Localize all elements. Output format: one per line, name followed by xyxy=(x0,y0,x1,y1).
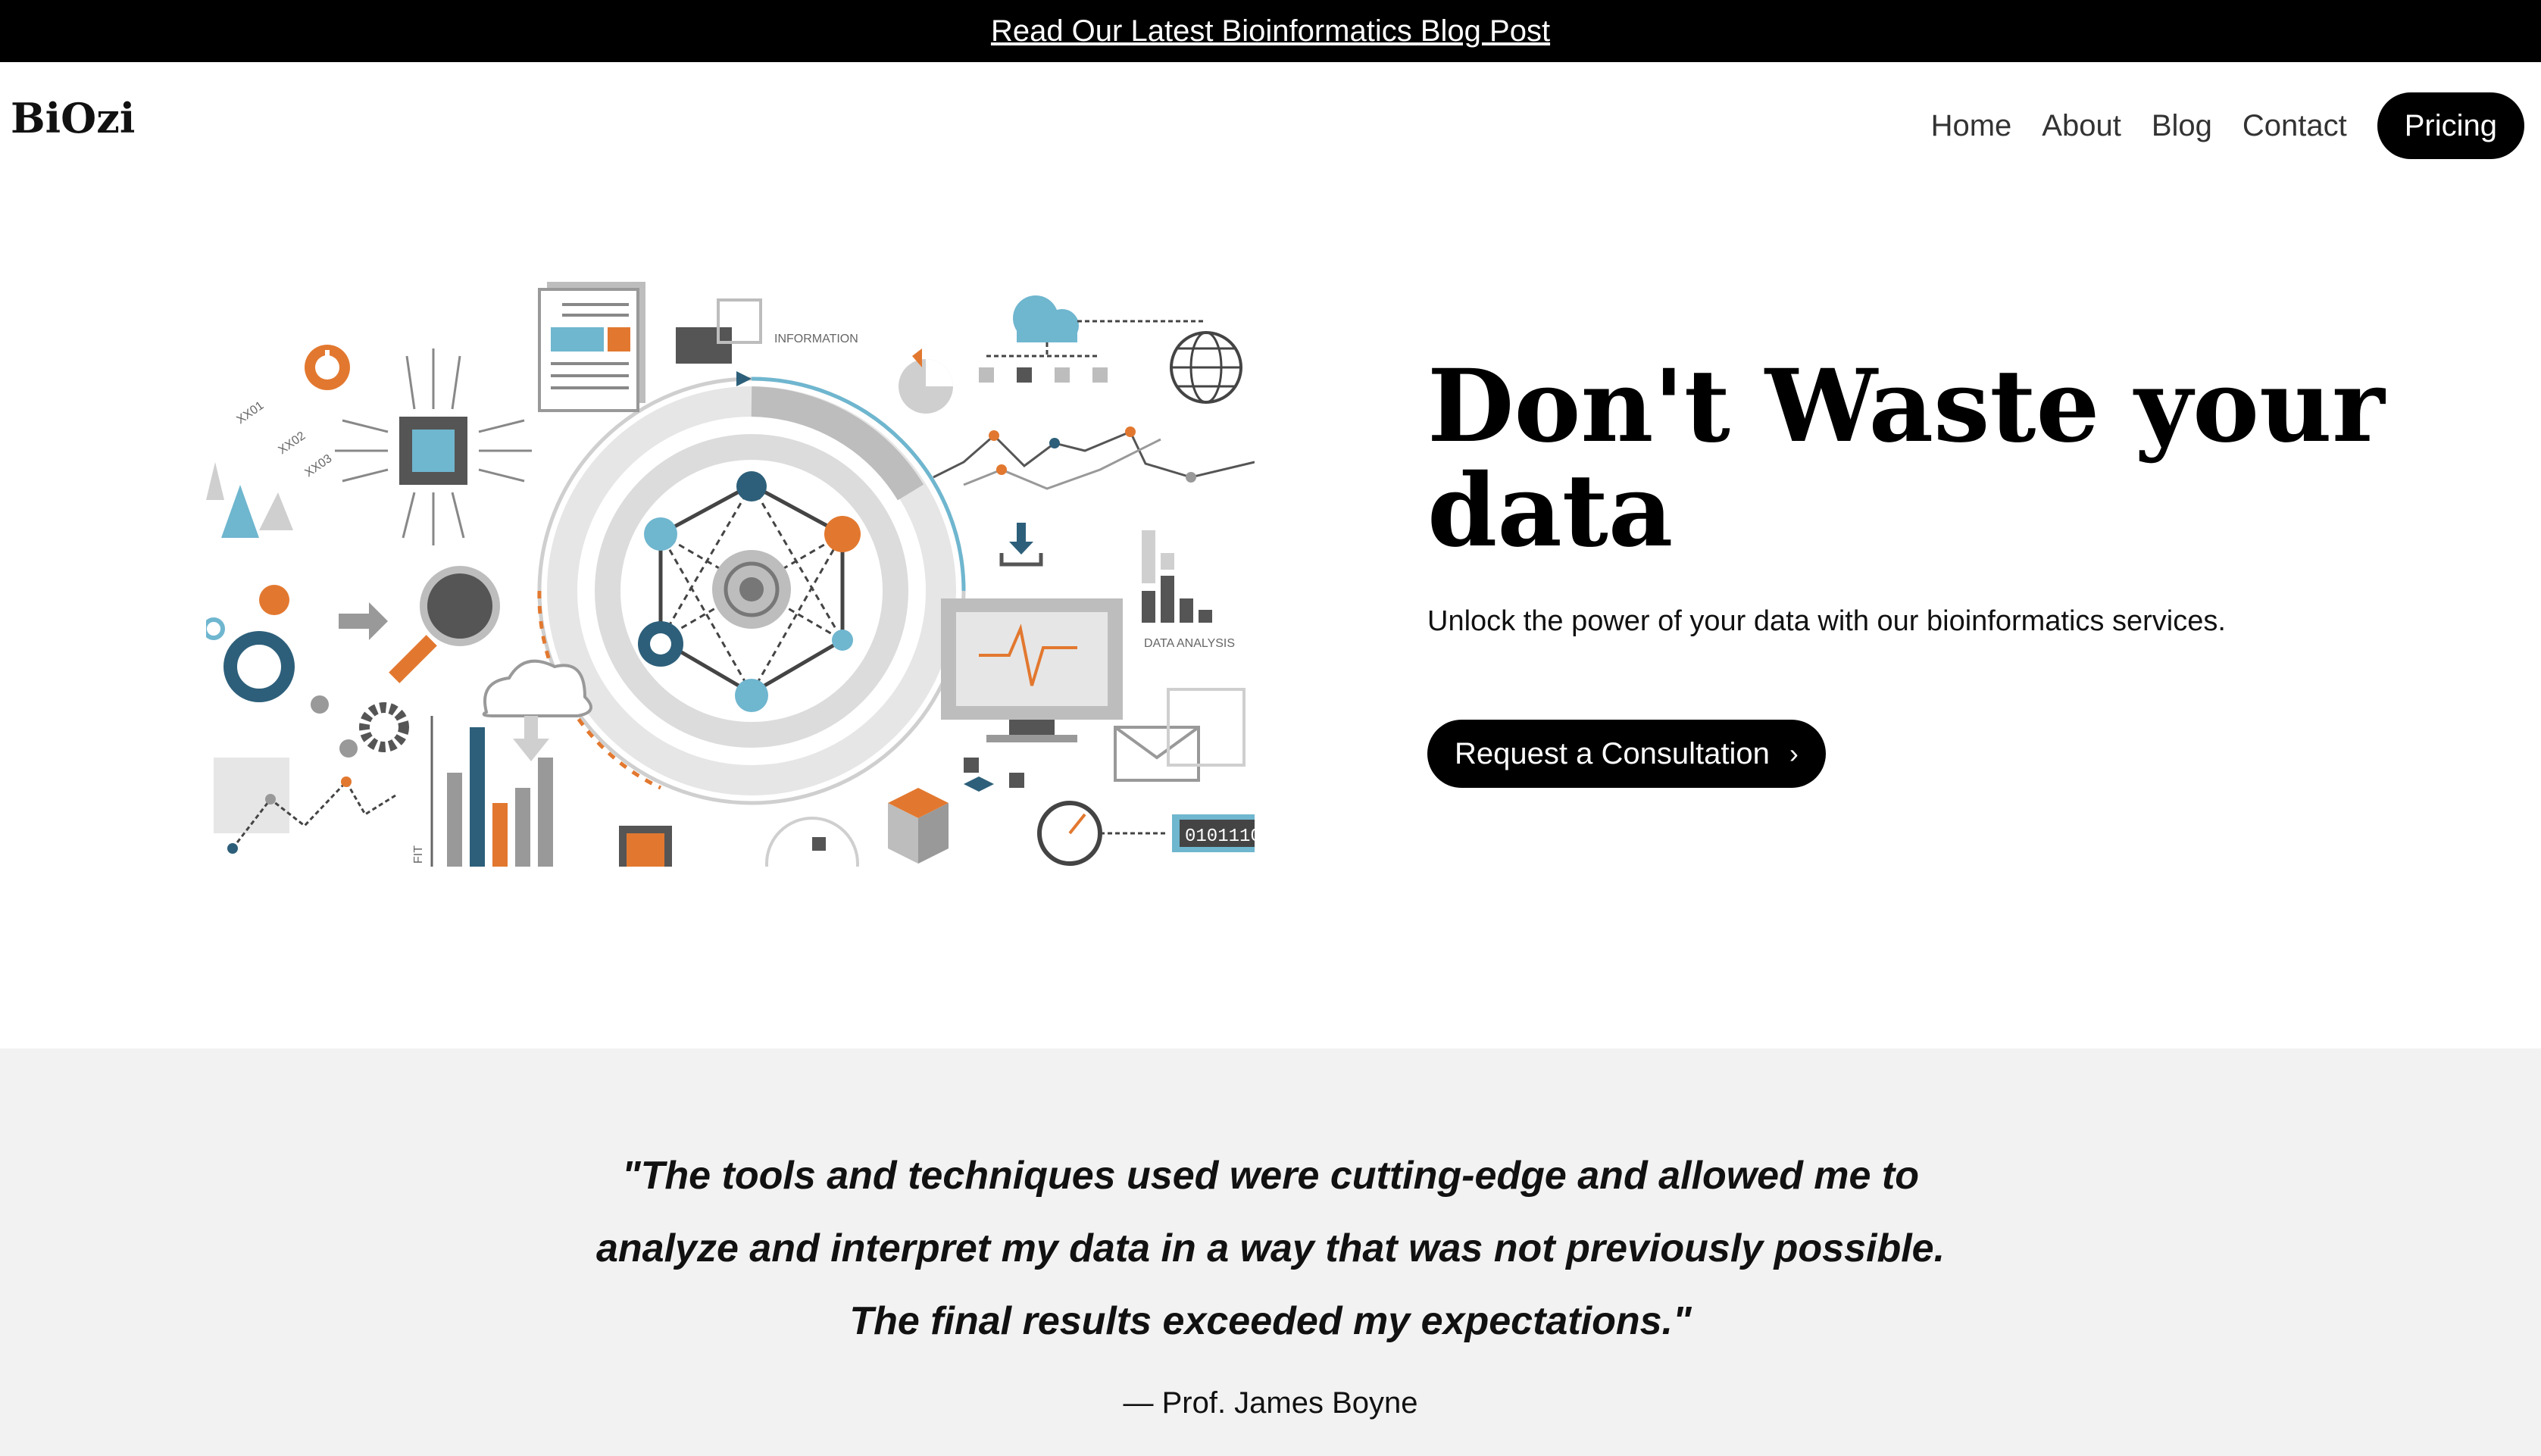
fit-label: FIT xyxy=(412,845,425,864)
testimonial-section: "The tools and techniques used were cutt… xyxy=(0,1048,2541,1456)
blog-post-link[interactable]: Read Our Latest Bioinformatics Blog Post xyxy=(991,14,1550,48)
testimonial-quote: "The tools and techniques used were cutt… xyxy=(595,1154,1946,1343)
pricing-button[interactable]: Pricing xyxy=(2377,92,2524,159)
nav-contact[interactable]: Contact xyxy=(2243,109,2347,143)
xx03-label: XX03 xyxy=(303,452,335,480)
information-label: INFORMATION xyxy=(774,333,858,345)
request-consultation-button[interactable]: Request a Consultation › xyxy=(1427,720,1826,788)
hero-subheading: Unlock the power of your data with our b… xyxy=(1427,605,2226,637)
bioinformatics-illustration: INFORMATION XX01 XX02 XX03 FIT DATA ANAL… xyxy=(206,282,1255,867)
binary-readout-label: 0101110 xyxy=(1185,826,1255,847)
main-nav: Home About Blog Contact Pricing xyxy=(1901,92,2524,159)
xx01-label: XX01 xyxy=(235,399,267,426)
nav-blog[interactable]: Blog xyxy=(2152,109,2212,143)
cta-label: Request a Consultation xyxy=(1455,736,1770,770)
nav-about[interactable]: About xyxy=(2042,109,2121,143)
chevron-right-icon: › xyxy=(1789,738,1799,769)
data-analysis-label: DATA ANALYSIS xyxy=(1144,637,1235,650)
hero-headline: Don't Waste your data xyxy=(1427,348,2385,570)
xx02-label: XX02 xyxy=(277,430,308,457)
testimonial-author: — Prof. James Boyne xyxy=(1123,1386,1418,1420)
nav-home[interactable]: Home xyxy=(1931,109,2012,143)
brand-logo[interactable]: BiOzi xyxy=(11,94,135,142)
announcement-bar: Read Our Latest Bioinformatics Blog Post xyxy=(0,0,2541,62)
